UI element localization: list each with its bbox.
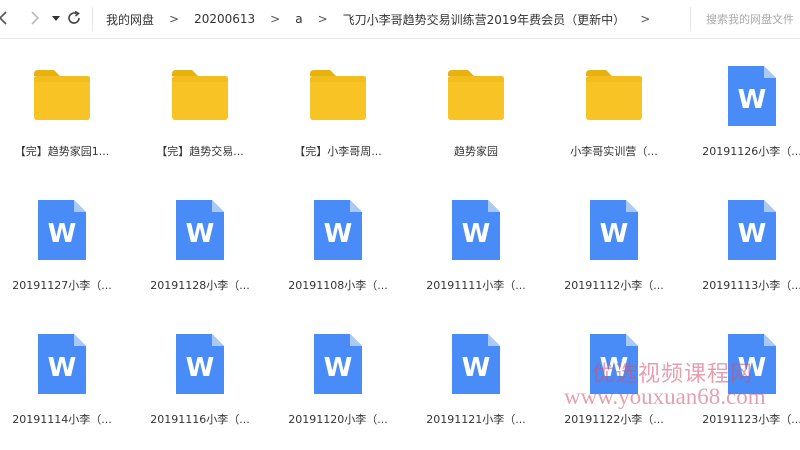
divider (690, 7, 691, 31)
breadcrumb-item[interactable]: a (295, 12, 302, 26)
word-letter: W (324, 219, 353, 249)
chevron-left-icon (0, 11, 7, 25)
folder-icon (32, 66, 92, 126)
word-document-icon: W (308, 200, 368, 260)
word-letter: W (324, 353, 353, 383)
history-dropdown-button[interactable] (46, 8, 66, 28)
file-item[interactable]: W 20191112小李（... (545, 184, 683, 316)
folder-item[interactable]: 小李哥实训营（... (545, 50, 683, 182)
word-document-icon: W (446, 334, 506, 394)
word-document-icon: W (32, 200, 92, 260)
file-name: 20191120小李（... (288, 413, 388, 426)
folder-icon (308, 66, 368, 126)
folder-item[interactable]: 【完】小李哥周... (269, 50, 407, 182)
word-letter: W (186, 353, 215, 383)
file-name: 20191121小李（... (426, 413, 526, 426)
file-name: 20191127小李（... (12, 279, 112, 292)
refresh-button[interactable] (64, 8, 84, 28)
word-letter: W (462, 353, 491, 383)
breadcrumb-separator-icon: > (640, 12, 651, 26)
word-document-icon: W (170, 200, 230, 260)
folder-icon (584, 66, 644, 126)
word-document-icon: W (308, 334, 368, 394)
word-document-icon: W (170, 334, 230, 394)
file-item[interactable]: W 20191120小李（... (269, 318, 407, 450)
word-letter: W (738, 219, 767, 249)
folder-item[interactable]: 【完】趋势交易... (131, 50, 269, 182)
breadcrumb-separator-icon: > (169, 12, 180, 26)
word-letter: W (48, 219, 77, 249)
folder-icon (170, 66, 230, 126)
file-name: 20191116小李（... (150, 413, 250, 426)
file-name: 20191114小李（... (12, 413, 112, 426)
caret-down-icon (52, 16, 60, 21)
file-item[interactable]: W 20191128小李（... (131, 184, 269, 316)
breadcrumb-item[interactable]: 20200613 (194, 12, 255, 26)
file-item[interactable]: W 20191127小李（... (0, 184, 131, 316)
file-name: 20191126小李（... (702, 145, 800, 158)
file-name: 20191108小李（... (288, 279, 388, 292)
word-letter: W (48, 353, 77, 383)
file-item[interactable]: W 20191111小李（... (407, 184, 545, 316)
back-button[interactable] (0, 8, 14, 28)
file-name: 【完】小李哥周... (294, 145, 382, 158)
file-name: 【完】趋势交易... (156, 145, 244, 158)
file-name: 趋势家园 (454, 145, 498, 158)
file-item[interactable]: W 20191121小李（... (407, 318, 545, 450)
forward-button[interactable] (24, 8, 44, 28)
file-name: 20191122小李（... (564, 413, 664, 426)
search-input[interactable] (698, 8, 800, 30)
toolbar: 我的网盘 > 20200613 > a > 飞刀小李哥趋势交易训练营2019年费… (0, 0, 800, 39)
breadcrumb-separator-icon: > (317, 12, 328, 26)
word-document-icon: W (722, 200, 782, 260)
file-name: 小李哥实训营（... (570, 145, 658, 158)
file-item[interactable]: W 20191113小李（... (683, 184, 800, 316)
file-name: 20191113小李（... (702, 279, 800, 292)
word-letter: W (186, 219, 215, 249)
word-document-icon: W (584, 200, 644, 260)
word-letter: W (600, 219, 629, 249)
file-name: 20191112小李（... (564, 279, 664, 292)
breadcrumb-separator-icon: > (270, 12, 281, 26)
file-name: 20191123小李（... (702, 413, 800, 426)
folder-item[interactable]: 趋势家园 (407, 50, 545, 182)
file-name: 【完】趋势家园1... (14, 145, 110, 158)
folder-icon (446, 66, 506, 126)
breadcrumb-item[interactable]: 我的网盘 (106, 11, 154, 28)
word-document-icon: W (446, 200, 506, 260)
word-letter: W (462, 219, 491, 249)
watermark-url: www.youxuan68.com (564, 384, 766, 409)
breadcrumb-item[interactable]: 飞刀小李哥趋势交易训练营2019年费会员（更新中） (343, 11, 626, 28)
word-document-icon: W (722, 66, 782, 126)
file-name: 20191111小李（... (426, 279, 526, 292)
chevron-right-icon (31, 11, 40, 25)
breadcrumb: 我的网盘 > 20200613 > a > 飞刀小李哥趋势交易训练营2019年费… (106, 0, 665, 38)
word-letter: W (738, 85, 767, 115)
divider (92, 7, 93, 31)
file-name: 20191128小李（... (150, 279, 250, 292)
word-document-icon: W (32, 334, 92, 394)
file-item[interactable]: W 20191116小李（... (131, 318, 269, 450)
file-item[interactable]: W 20191108小李（... (269, 184, 407, 316)
refresh-icon (68, 10, 80, 24)
file-item[interactable]: W 20191114小李（... (0, 318, 131, 450)
folder-item[interactable]: 【完】趋势家园1... (0, 50, 131, 182)
file-item[interactable]: W 20191126小李（... (683, 50, 800, 182)
